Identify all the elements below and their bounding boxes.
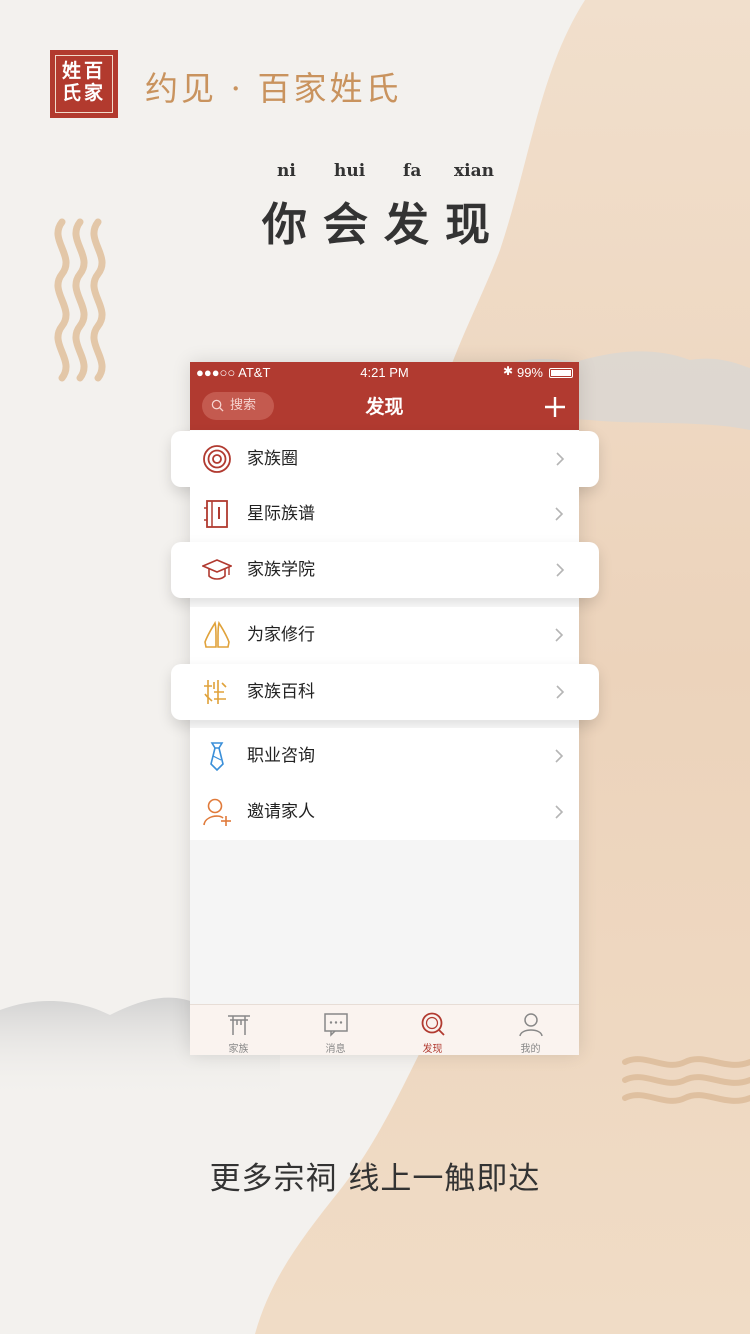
- tab-profile[interactable]: 我的: [482, 1005, 579, 1055]
- seal-char: 家: [84, 82, 104, 104]
- brand-seal-logo: 百 家 姓 氏: [50, 50, 118, 118]
- ancestral-gate-icon: [228, 1015, 250, 1035]
- tab-bar: 家族 消息 发现 我的: [190, 1004, 579, 1055]
- chevron-right-icon: [556, 563, 565, 577]
- slogan: 更多宗祠 线上一触即达: [209, 1161, 541, 1197]
- discover-icon: [421, 1012, 445, 1036]
- menu-item-label: 为家修行: [247, 625, 315, 645]
- add-person-icon: [203, 798, 231, 826]
- page-title: 你会发现: [262, 198, 507, 251]
- tab-messages[interactable]: 消息: [287, 1005, 384, 1055]
- seal-char: 百: [84, 60, 104, 82]
- tab-label: 我的: [520, 1044, 541, 1055]
- profile-icon: [519, 1013, 543, 1037]
- menu-item-label: 家族学院: [247, 560, 315, 580]
- pinyin-fa: fa: [403, 161, 422, 181]
- seal-char: 氏: [62, 82, 82, 104]
- menu-item-cultivation[interactable]: 为家修行: [190, 607, 579, 663]
- nav-title: 发现: [365, 396, 404, 418]
- genealogy-book-icon: [204, 500, 228, 528]
- menu-item-invite[interactable]: 邀请家人: [190, 784, 579, 840]
- tab-label: 家族: [228, 1044, 249, 1055]
- menu-item-label: 家族圈: [247, 449, 298, 469]
- chevron-right-icon: [556, 452, 565, 466]
- menu-item-label: 家族百科: [247, 682, 315, 702]
- menu-item-career[interactable]: 职业咨询: [190, 728, 579, 784]
- add-button[interactable]: [543, 395, 567, 419]
- pinyin-ni: ni: [277, 161, 296, 181]
- menu-item-academy[interactable]: 家族学院: [171, 542, 599, 598]
- status-bar: ●●●○○ AT&T 4:21 PM ✱ 99%: [190, 362, 579, 384]
- family-circle-icon: [203, 445, 231, 473]
- menu-item-label: 邀请家人: [247, 802, 315, 822]
- chevron-right-icon: [555, 805, 564, 819]
- menu-item-encyclopedia[interactable]: 家族百科: [171, 664, 599, 720]
- chevron-right-icon: [555, 628, 564, 642]
- menu-item-label: 职业咨询: [247, 746, 315, 766]
- seal-char: 姓: [62, 60, 82, 82]
- tab-discover[interactable]: 发现: [384, 1005, 481, 1055]
- chevron-right-icon: [556, 685, 565, 699]
- battery-percent: 99%: [516, 365, 543, 380]
- battery-icon: [549, 368, 573, 378]
- nav-bar: 搜索 发现: [190, 384, 579, 430]
- bluetooth-icon: ✱: [502, 364, 513, 378]
- menu-item-label: 星际族谱: [247, 504, 315, 524]
- pinyin-xian: xian: [454, 161, 494, 181]
- praying-hands-icon: [204, 620, 230, 648]
- tab-family[interactable]: 家族: [190, 1005, 287, 1055]
- message-icon: [324, 1013, 348, 1037]
- tab-label: 消息: [325, 1044, 346, 1055]
- surname-glyph-icon: [204, 680, 227, 704]
- tab-label: 发现: [422, 1044, 443, 1055]
- pinyin-hui: hui: [334, 161, 366, 181]
- menu-item-family-circle[interactable]: 家族圈: [171, 431, 599, 487]
- necktie-icon: [210, 742, 224, 771]
- chevron-right-icon: [555, 507, 564, 521]
- graduation-cap-icon: [202, 559, 232, 580]
- brand-name: 约见 · 百家姓氏: [145, 69, 402, 108]
- chevron-right-icon: [555, 749, 564, 763]
- menu-item-genealogy[interactable]: 星际族谱: [190, 486, 579, 542]
